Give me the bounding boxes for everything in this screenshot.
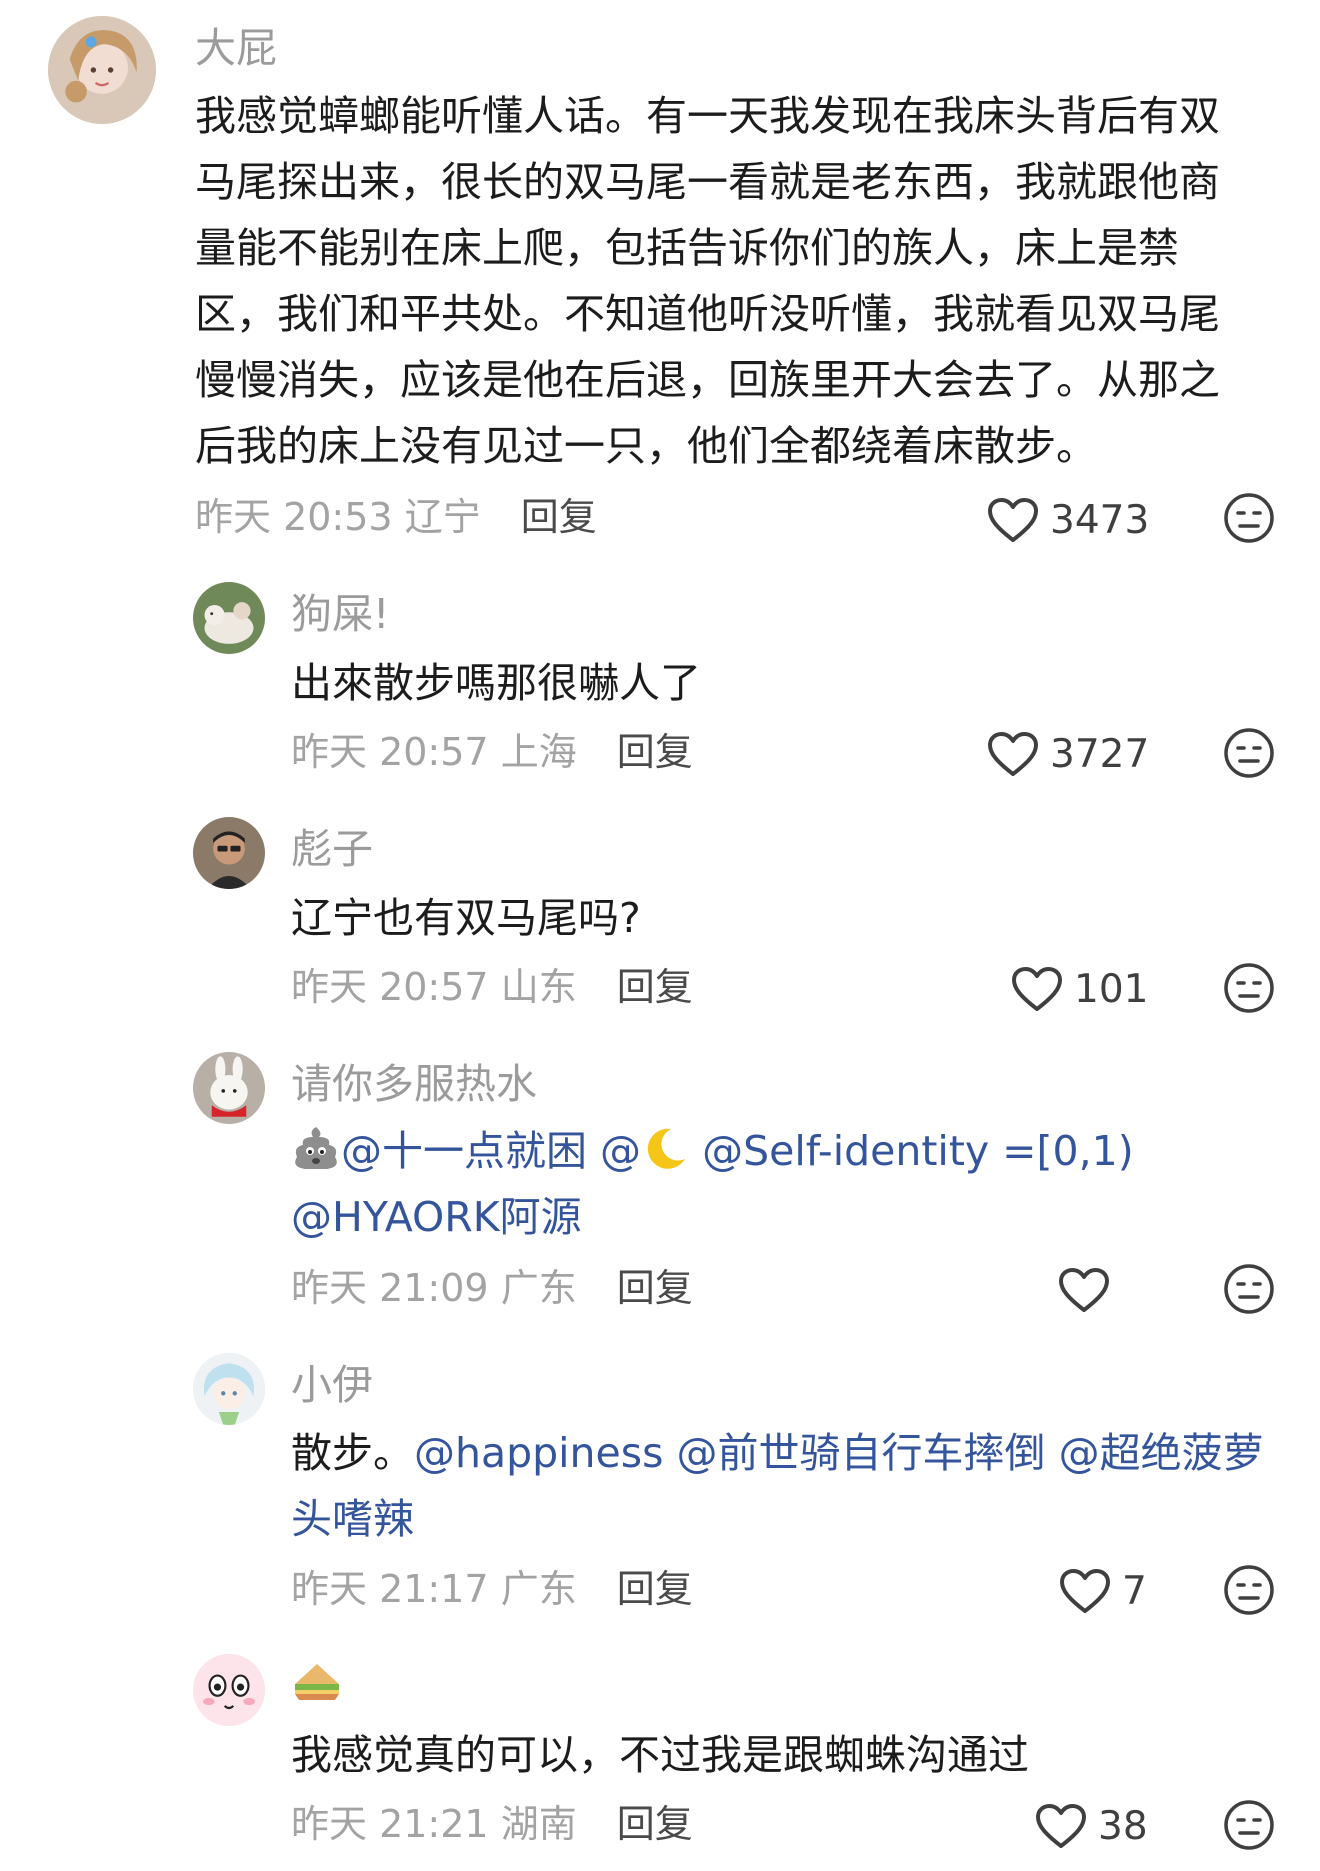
dislike-button[interactable] (1223, 727, 1275, 779)
comment-text-line: 慢慢消失，应该是他在后退，回族里开大会去了。从那之 (195, 356, 1220, 404)
mention-link[interactable]: @happiness (414, 1429, 663, 1477)
avatar[interactable] (193, 1353, 265, 1425)
avatar[interactable] (48, 16, 156, 124)
like-count: 38 (1098, 1803, 1148, 1849)
location: 广东 (500, 1266, 577, 1310)
mention-link[interactable]: 头嗜辣 (291, 1495, 414, 1543)
comment-text-line: @十一点就困 @ @Self-identity =[0,1) (291, 1118, 1291, 1184)
timestamp: 昨天 21:17 (291, 1567, 489, 1611)
unamused-face-icon (1224, 728, 1274, 778)
comment-meta: 昨天 20:53 辽宁 回复 (195, 498, 597, 536)
comment-text-line: 散步。@happiness @前世骑自行车摔倒 @超绝菠萝 (291, 1420, 1291, 1486)
comment-meta: 昨天 20:57 上海 回复 (291, 733, 693, 771)
comment-text-line: 马尾探出来，很长的双马尾一看就是老东西，我就跟他商 (195, 158, 1220, 206)
comment-prefix: 散步。 (291, 1429, 414, 1477)
location: 辽宁 (404, 495, 481, 539)
heart-outline-icon (1060, 1569, 1110, 1613)
dislike-button[interactable] (1223, 1799, 1275, 1851)
username[interactable]: 彪子 (291, 829, 373, 870)
timestamp: 昨天 21:21 (291, 1802, 489, 1846)
location: 湖南 (500, 1802, 577, 1846)
username[interactable]: 请你多服热水 (291, 1064, 537, 1105)
unamused-face-icon (1224, 1565, 1274, 1615)
reply-button[interactable]: 回复 (617, 1567, 693, 1611)
sandwich-emoji (291, 1660, 343, 1711)
dislike-button[interactable] (1223, 1263, 1275, 1315)
reply-button[interactable]: 回复 (617, 730, 693, 774)
timestamp: 昨天 21:09 (291, 1266, 489, 1310)
like-count: 3727 (1050, 731, 1150, 777)
comment-text: 出來散步嗎那很嚇人了 (291, 659, 701, 707)
username[interactable]: 狗屎! (291, 594, 389, 635)
mention-link[interactable]: @ (600, 1127, 641, 1175)
like-button[interactable]: 3473 (986, 490, 1149, 550)
comment-text-line: 后我的床上没有见过一只，他们全都绕着床散步。 (195, 422, 1097, 470)
comment-text-line: @HYAORK阿源 (291, 1184, 1291, 1250)
comment-text: 我感觉真的可以，不过我是跟蜘蛛沟通过 (291, 1731, 1029, 1779)
avatar[interactable] (193, 817, 265, 889)
comment-text: 散步。@happiness @前世骑自行车摔倒 @超绝菠萝 头嗜辣 (291, 1420, 1291, 1552)
comment-text-line: 量能不能别在床上爬，包括告诉你们的族人，床上是禁 (195, 224, 1179, 272)
reply-button[interactable]: 回复 (617, 1802, 693, 1846)
username[interactable] (291, 1660, 343, 1711)
timestamp: 昨天 20:57 (291, 965, 489, 1009)
comment-meta: 昨天 21:09 广东 回复 (291, 1269, 693, 1307)
location: 山东 (500, 965, 577, 1009)
username[interactable]: 大屁 (195, 28, 277, 69)
mention-link[interactable]: @十一点就困 (341, 1127, 587, 1175)
like-count: 101 (1074, 966, 1149, 1012)
like-button[interactable]: 3727 (986, 724, 1149, 784)
comment-text-line: 头嗜辣 (291, 1486, 1291, 1552)
reply-button[interactable]: 回复 (617, 965, 693, 1009)
unamused-face-icon (1224, 1264, 1274, 1314)
timestamp: 昨天 20:53 (195, 495, 393, 539)
unamused-face-icon (1224, 1800, 1274, 1850)
comment-text-line: 区，我们和平共处。不知道他听没听懂，我就看见双马尾 (195, 290, 1220, 338)
like-button[interactable] (1057, 1260, 1121, 1320)
unamused-face-icon (1224, 963, 1274, 1013)
heart-outline-icon (988, 732, 1038, 776)
reply-button[interactable]: 回复 (521, 495, 597, 539)
heart-outline-icon (1036, 1804, 1086, 1848)
dislike-button[interactable] (1223, 1564, 1275, 1616)
mention-link[interactable]: @超绝菠萝 (1059, 1429, 1264, 1477)
avatar[interactable] (193, 582, 265, 654)
like-button[interactable]: 38 (1034, 1796, 1148, 1856)
comment-meta: 昨天 21:21 湖南 回复 (291, 1805, 693, 1843)
comment-text: 辽宁也有双马尾吗? (291, 894, 641, 942)
avatar[interactable] (193, 1654, 265, 1726)
like-button[interactable]: 101 (1010, 959, 1148, 1019)
reply-button[interactable]: 回复 (617, 1266, 693, 1310)
mention-link[interactable]: @前世骑自行车摔倒 (677, 1429, 1046, 1477)
mention-link[interactable]: @Self-identity =[0,1) (702, 1127, 1134, 1175)
comment-text: @十一点就困 @ @Self-identity =[0,1) @HYAORK阿源 (291, 1118, 1291, 1250)
heart-outline-icon (1012, 967, 1062, 1011)
location: 上海 (500, 730, 577, 774)
gray-poop-emoji (291, 1123, 341, 1192)
username[interactable]: 小伊 (291, 1365, 373, 1406)
unamused-face-icon (1224, 493, 1274, 543)
location: 广东 (500, 1567, 577, 1611)
crescent-moon-emoji (641, 1125, 689, 1192)
mention-link[interactable]: @HYAORK阿源 (291, 1193, 582, 1241)
heart-outline-icon (1059, 1268, 1109, 1312)
like-button[interactable]: 7 (1058, 1561, 1147, 1621)
avatar[interactable] (193, 1052, 265, 1124)
comment-meta: 昨天 21:17 广东 回复 (291, 1570, 693, 1608)
timestamp: 昨天 20:57 (291, 730, 489, 774)
comment-meta: 昨天 20:57 山东 回复 (291, 968, 693, 1006)
heart-outline-icon (988, 498, 1038, 542)
dislike-button[interactable] (1223, 492, 1275, 544)
comment-text: 我感觉蟑螂能听懂人话。有一天我发现在我床头背后有双 马尾探出来，很长的双马尾一看… (195, 83, 1265, 479)
dislike-button[interactable] (1223, 962, 1275, 1014)
like-count: 7 (1122, 1568, 1147, 1614)
like-count: 3473 (1050, 497, 1150, 543)
comment-text-line: 我感觉蟑螂能听懂人话。有一天我发现在我床头背后有双 (195, 92, 1220, 140)
